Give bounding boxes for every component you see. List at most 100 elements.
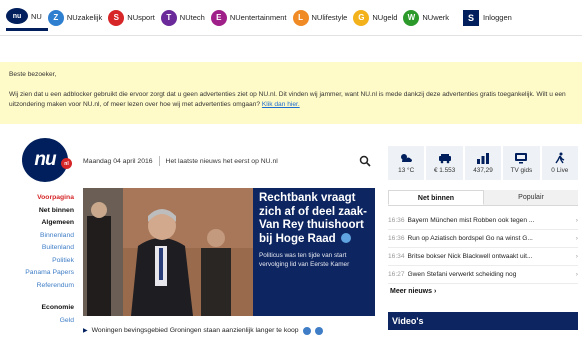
- login-label: Inloggen: [483, 13, 512, 22]
- nugeld-icon: G: [353, 9, 370, 26]
- network-bar: nu NU Z NUzakelijk S NUsport T NUtech E …: [0, 0, 582, 36]
- news-title: Gwen Stefani verwerkt scheiding nog: [407, 271, 517, 278]
- nav-politiek[interactable]: Politiek: [0, 255, 76, 268]
- tab-populair[interactable]: Populair: [484, 190, 578, 205]
- news-time: 16:34: [388, 253, 405, 260]
- widget-label: 0 Live: [551, 167, 569, 174]
- nav-referendum[interactable]: Referendum: [0, 280, 76, 293]
- tab-net-binnen[interactable]: Net binnen: [388, 190, 484, 205]
- article-list: ▶ Woningen bevingsgebied Groningen staan…: [83, 326, 375, 336]
- network-label: NUzakelijk: [66, 13, 103, 22]
- tagline: Het laatste nieuws het eerst op NU.nl: [165, 157, 278, 165]
- arrow-right-icon: ▶: [83, 328, 88, 334]
- more-news-link[interactable]: Meer nieuws ›: [390, 288, 436, 295]
- divider: [158, 156, 160, 166]
- news-title: Britse bokser Nick Blackwell ontwaakt ui…: [407, 253, 533, 260]
- live-icon: [555, 152, 565, 164]
- tv-icon: [515, 153, 528, 164]
- network-item-nulifestyle[interactable]: L NUlifestyle: [292, 7, 354, 29]
- logo-text: nu: [34, 149, 56, 170]
- news-item[interactable]: 16:34 Britse bokser Nick Blackwell ontwa…: [388, 248, 578, 266]
- comment-icon: [314, 327, 323, 335]
- video-badge-icon: [302, 327, 311, 335]
- traffic-icon: [438, 154, 451, 164]
- hero-photo: [83, 188, 253, 316]
- network-label: NUtech: [179, 13, 205, 22]
- nuentertainment-icon: E: [210, 9, 227, 26]
- nav-gap: [0, 292, 76, 302]
- nav-geld[interactable]: Geld: [0, 315, 76, 328]
- news-time: 16:36: [388, 217, 405, 224]
- nu-logo[interactable]: nu nl: [22, 138, 72, 182]
- hero-subtitle: Politicus was ten tijde van start vervol…: [259, 252, 350, 268]
- network-item-nu[interactable]: nu NU: [6, 5, 48, 31]
- widget-label: € 1.553: [433, 167, 456, 174]
- widget-traffic[interactable]: € 1.553: [426, 146, 463, 180]
- chevron-right-icon: ›: [575, 217, 578, 224]
- news-item[interactable]: 16:27 Gwen Stefani verwerkt scheiding no…: [388, 266, 578, 284]
- nav-buitenland[interactable]: Buitenland: [0, 242, 76, 255]
- network-label: NUwerk: [422, 13, 450, 22]
- adblock-notice: Beste bezoeker, Wij zien dat u een adblo…: [0, 62, 582, 124]
- current-date: Maandag 04 april 2016: [83, 157, 153, 165]
- hero-title[interactable]: Rechtbank vraagt zich af of deel zaak-Va…: [259, 192, 369, 246]
- article-title: Woningen bevingsgebied Groningen staan a…: [91, 327, 299, 334]
- network-item-nuwerk[interactable]: W NUwerk: [403, 7, 455, 29]
- network-label: NUsport: [127, 13, 155, 22]
- network-item-nusport[interactable]: S NUsport: [108, 7, 161, 29]
- videos-header: Video's: [388, 312, 578, 330]
- video-badge-icon: [340, 233, 351, 244]
- hero-article[interactable]: Rechtbank vraagt zich af of deel zaak-Va…: [83, 188, 375, 316]
- network-label: NUentertainment: [229, 13, 287, 22]
- news-item[interactable]: 16:36 Run op Aziatisch bordspel Go na wi…: [388, 230, 578, 248]
- nav-net-binnen[interactable]: Net binnen: [0, 205, 76, 218]
- login-button[interactable]: S Inloggen: [463, 7, 518, 29]
- hero-text-panel: Rechtbank vraagt zich af of deel zaak-Va…: [253, 188, 375, 316]
- weather-icon: [401, 154, 413, 162]
- nu-logo-icon: nu: [6, 8, 28, 24]
- more-news-label: Meer nieuws: [390, 288, 433, 295]
- service-widgets: 13 °C € 1.553 437,29 TV gids 0 Live: [388, 146, 579, 180]
- login-icon: S: [463, 9, 480, 26]
- nusport-icon: S: [108, 9, 125, 26]
- news-tabs: Net binnen Populair: [388, 190, 578, 206]
- news-title: Bayern München mist Robben ook tegen ...: [407, 217, 535, 224]
- chevron-right-icon: ›: [575, 235, 578, 242]
- network-label: NU: [31, 11, 42, 21]
- nuzakelijk-icon: Z: [47, 9, 64, 26]
- news-item[interactable]: 16:36 Bayern München mist Robben ook teg…: [388, 212, 578, 230]
- news-list: 16:36 Bayern München mist Robben ook teg…: [388, 212, 578, 284]
- nav-economie[interactable]: Economie: [0, 302, 76, 315]
- search-icon[interactable]: [359, 155, 371, 167]
- nav-panama-papers[interactable]: Panama Papers: [0, 267, 76, 280]
- widget-label: 437,29: [473, 167, 493, 174]
- hero-image: [83, 188, 253, 316]
- chevron-right-icon: ›: [433, 288, 437, 295]
- nav-binnenland[interactable]: Binnenland: [0, 230, 76, 243]
- nulifestyle-icon: L: [292, 9, 309, 26]
- network-item-nuentertainment[interactable]: E NUentertainment: [210, 7, 293, 29]
- widget-stocks[interactable]: 437,29: [464, 146, 502, 180]
- nuwerk-icon: W: [403, 9, 420, 26]
- news-time: 16:36: [388, 235, 405, 242]
- network-item-nugeld[interactable]: G NUgeld: [353, 7, 403, 29]
- nutech-icon: T: [160, 9, 177, 26]
- network-item-nutech[interactable]: T NUtech: [160, 7, 211, 29]
- nav-voorpagina[interactable]: Voorpagina: [0, 192, 76, 205]
- logo-dot: nl: [61, 158, 72, 169]
- widget-weather[interactable]: 13 °C: [388, 146, 425, 180]
- widget-tv[interactable]: TV gids: [503, 146, 540, 180]
- network-label: NUlifestyle: [311, 13, 348, 22]
- nav-algemeen[interactable]: Algemeen: [0, 217, 76, 230]
- stocks-icon: [477, 153, 490, 164]
- news-time: 16:27: [388, 271, 405, 278]
- news-title: Run op Aziatisch bordspel Go na winst G.…: [407, 235, 533, 242]
- widget-live[interactable]: 0 Live: [541, 146, 579, 180]
- widget-label: 13 °C: [398, 167, 415, 174]
- network-item-nuzakelijk[interactable]: Z NUzakelijk: [47, 7, 108, 29]
- chevron-right-icon: ›: [575, 253, 578, 260]
- list-item[interactable]: ▶ Woningen bevingsgebied Groningen staan…: [83, 326, 375, 336]
- notice-link[interactable]: Klik dan hier.: [262, 101, 300, 108]
- widget-label: TV gids: [510, 167, 533, 174]
- section-nav: Voorpagina Net binnen Algemeen Binnenlan…: [0, 192, 76, 327]
